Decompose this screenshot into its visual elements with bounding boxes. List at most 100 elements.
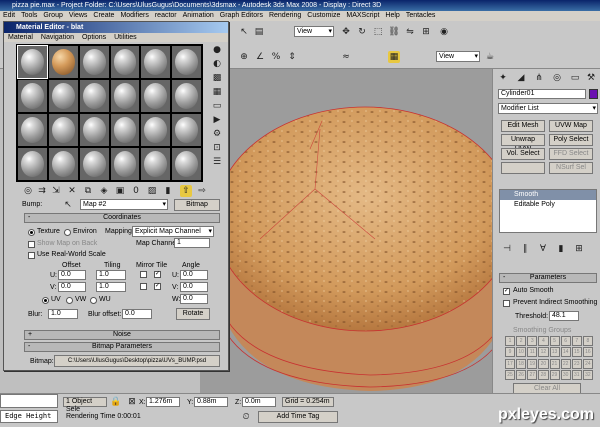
pick-icon[interactable]: ↖	[62, 199, 74, 211]
modifier-button[interactable]: FFD Select	[549, 148, 593, 160]
sample-slot[interactable]	[79, 114, 109, 146]
sample-slot[interactable]	[172, 80, 201, 112]
time-tag-icon[interactable]: ⏲	[240, 411, 252, 423]
u-tiling-field[interactable]: 1.0	[96, 270, 126, 280]
sample-slot[interactable]	[48, 148, 78, 180]
select-name-icon[interactable]: ▤	[253, 26, 265, 38]
mapping-dropdown[interactable]: Explicit Map Channel	[132, 226, 214, 237]
menu-views[interactable]: Views	[69, 12, 88, 19]
w-angle-field[interactable]: 0.0	[180, 294, 208, 304]
map-name-field[interactable]: Map #2	[80, 199, 168, 210]
make-preview-icon[interactable]: ▶	[211, 114, 223, 125]
sample-slot[interactable]	[141, 46, 171, 78]
sample-slot[interactable]	[141, 114, 171, 146]
pin-stack-icon[interactable]: ⊣	[501, 243, 513, 255]
menu-animation[interactable]: Animation	[183, 12, 214, 19]
mat-menu-utilities[interactable]: Utilities	[114, 34, 137, 41]
smoothing-group-button[interactable]: 16	[582, 347, 593, 358]
real-world-checkbox[interactable]	[28, 252, 35, 259]
align-icon[interactable]: ⊞	[420, 26, 432, 38]
menu-graph-editors[interactable]: Graph Editors	[220, 12, 263, 19]
uv-radio[interactable]	[42, 297, 49, 304]
put-to-scene-icon[interactable]: ⇉	[36, 185, 48, 197]
show-map-icon[interactable]: ▨	[146, 185, 158, 197]
smoothing-group-button[interactable]: 12	[538, 347, 549, 358]
stack-item-editable-poly[interactable]: Editable Poly	[500, 200, 596, 210]
assign-material-icon[interactable]: ⇲	[50, 185, 62, 197]
u-offset-field[interactable]: 0.0	[58, 270, 86, 280]
sample-slot[interactable]	[17, 45, 48, 79]
menu-help[interactable]: Help	[385, 12, 399, 19]
menu-group[interactable]: Group	[43, 12, 62, 19]
auto-smooth-checkbox[interactable]: ✓	[503, 288, 510, 295]
modifier-stack[interactable]: Smooth Editable Poly	[499, 189, 597, 233]
bitmap-params-rollout[interactable]: - Bitmap Parameters	[24, 342, 220, 352]
mirror-icon[interactable]: ⇋	[404, 26, 416, 38]
smoothing-group-button[interactable]: 4	[538, 336, 549, 346]
motion-tab-icon[interactable]: ◎	[551, 72, 563, 84]
smoothing-group-button[interactable]: 1	[505, 336, 516, 346]
material-editor-window[interactable]: Material Editor - blat Material Navigatio…	[3, 21, 229, 371]
smoothing-group-button[interactable]: 9	[505, 347, 516, 358]
threshold-field[interactable]: 48.1	[549, 311, 579, 321]
v-offset-field[interactable]: 0.0	[58, 282, 86, 292]
v-tiling-field[interactable]: 1.0	[96, 282, 126, 292]
menu-customize[interactable]: Customize	[307, 12, 340, 19]
remove-modifier-icon[interactable]: ▮	[555, 243, 567, 255]
modifier-button[interactable]: UVW Map	[549, 120, 593, 132]
schematic-icon[interactable]: ▦	[388, 51, 400, 63]
smoothing-group-button[interactable]: 10	[516, 347, 527, 358]
menu-tools[interactable]: Tools	[21, 12, 37, 19]
go-to-parent-icon[interactable]: ⇧	[180, 185, 192, 197]
smoothing-group-button[interactable]: 5	[549, 336, 560, 346]
smoothing-group-button[interactable]: 17	[505, 358, 516, 369]
show-end-icon[interactable]: ▮	[162, 185, 174, 197]
angle-snap-icon[interactable]: ∠	[254, 51, 266, 63]
modifier-button[interactable]: Edit Mesh	[501, 120, 545, 132]
vw-radio[interactable]	[66, 297, 73, 304]
sample-slot[interactable]	[110, 148, 140, 180]
smoothing-group-button[interactable]: 14	[560, 347, 571, 358]
sample-slot[interactable]	[172, 148, 201, 180]
maxscript-listener[interactable]	[0, 394, 58, 408]
options-icon[interactable]: ⚙	[211, 128, 223, 139]
x-coordinate-field[interactable]: 1.276m	[146, 397, 180, 407]
u-mirror-checkbox[interactable]	[140, 271, 147, 278]
v-angle-field[interactable]: 0.0	[180, 282, 208, 292]
listener-output[interactable]: Edge Height	[0, 410, 58, 423]
modifier-button[interactable]: Unwrap UVW	[501, 134, 545, 153]
select-icon[interactable]: ↖	[238, 26, 250, 38]
modify-tab-icon[interactable]: ◢	[515, 72, 527, 84]
display-tab-icon[interactable]: ▭	[569, 72, 581, 84]
texture-radio[interactable]	[28, 229, 35, 236]
smoothing-group-button[interactable]: 13	[549, 347, 560, 358]
sample-slot[interactable]	[141, 80, 171, 112]
scale-icon[interactable]: ⬚	[372, 26, 384, 38]
smoothing-group-button[interactable]: 22	[560, 358, 571, 369]
u-angle-field[interactable]: 0.0	[180, 270, 208, 280]
go-sibling-icon[interactable]: ⇨	[196, 185, 208, 197]
modifier-button[interactable]: NSurf Sel	[549, 162, 593, 174]
smoothing-group-button[interactable]: 8	[582, 336, 593, 346]
bitmap-path-button[interactable]: C:\Users\UlusGugus\Desktop\pizza\UVs_BUM…	[54, 355, 220, 367]
perspective-viewport[interactable]	[200, 69, 492, 393]
absolute-mode-icon[interactable]: ⊠	[126, 396, 138, 408]
snap-icon[interactable]: ⊕	[238, 51, 250, 63]
smoothing-group-button[interactable]: 32	[582, 369, 593, 380]
smoothing-group-button[interactable]: 28	[538, 369, 549, 380]
sample-slot[interactable]	[48, 46, 78, 78]
menu-modifiers[interactable]: Modifiers	[120, 12, 148, 19]
sample-slot[interactable]	[79, 46, 109, 78]
sample-slot[interactable]	[110, 46, 140, 78]
y-coordinate-field[interactable]: 0.88m	[194, 397, 228, 407]
rotate-icon[interactable]: ↻	[356, 26, 368, 38]
smoothing-group-button[interactable]: 21	[549, 358, 560, 369]
z-coordinate-field[interactable]: 0.0m	[242, 397, 276, 407]
modifier-button[interactable]: Vol. Select	[501, 148, 545, 160]
sample-slot[interactable]	[141, 148, 171, 180]
library-icon[interactable]: ▣	[114, 185, 126, 197]
hierarchy-tab-icon[interactable]: ⋔	[533, 72, 545, 84]
show-map-checkbox[interactable]	[28, 241, 35, 248]
show-end-result-icon[interactable]: ∥	[519, 243, 531, 255]
smoothing-group-button[interactable]: 24	[582, 358, 593, 369]
